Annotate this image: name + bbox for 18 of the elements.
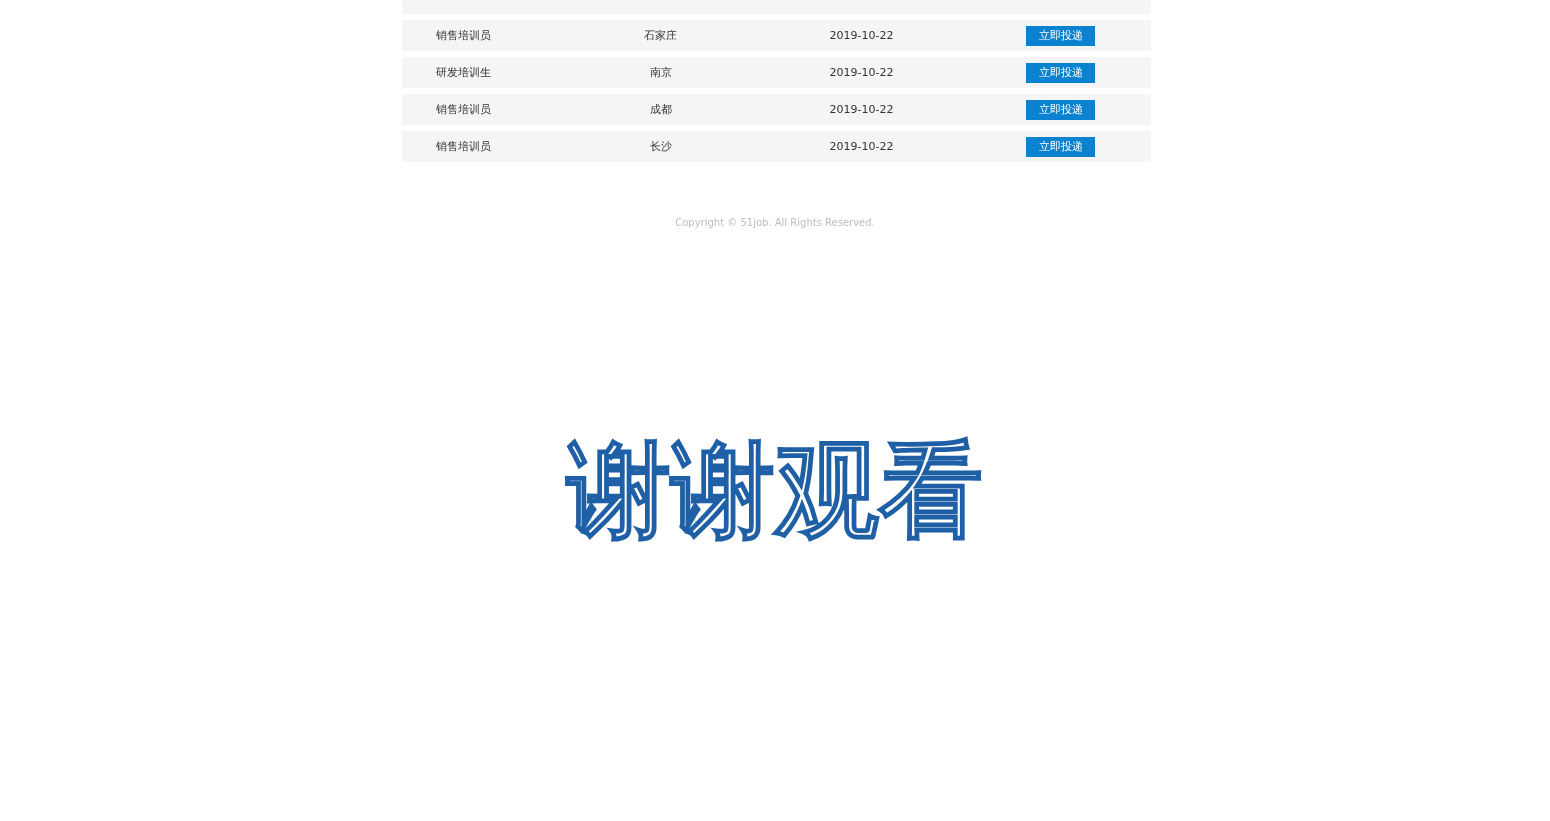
job-title: 销售培训员	[436, 102, 491, 117]
copyright-text: Copyright © 51job. All Rights Reserved.	[674, 217, 876, 228]
apply-button[interactable]: 立即投递	[1026, 99, 1095, 120]
job-title: 研发培训生	[436, 65, 491, 80]
job-city: 成都	[649, 102, 672, 117]
job-title: 销售培训员	[436, 139, 491, 154]
job-date: 2019-10-22	[829, 103, 894, 116]
job-date: 2019-10-22	[829, 140, 894, 153]
apply-button[interactable]: 立即投递	[1026, 136, 1095, 157]
job-city: 长沙	[649, 139, 672, 154]
job-city: 石家庄	[644, 28, 677, 43]
apply-button[interactable]: 立即投递	[1026, 25, 1095, 46]
job-title: 销售培训员	[436, 28, 491, 43]
apply-button[interactable]: 立即投递	[1026, 62, 1095, 83]
closing-title: 谢谢观看	[567, 433, 983, 548]
job-city: 南京	[649, 65, 672, 80]
job-date: 2019-10-22	[829, 66, 894, 79]
job-date: 2019-10-22	[829, 29, 894, 42]
